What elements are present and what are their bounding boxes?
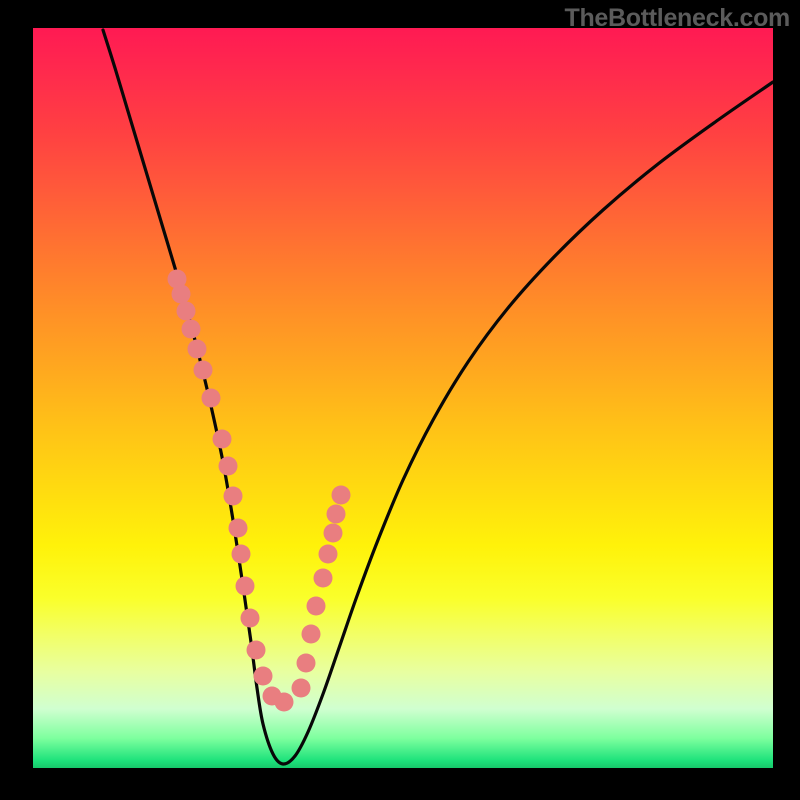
curve-marker	[275, 693, 294, 712]
curve-marker	[247, 641, 266, 660]
curve-marker	[327, 505, 346, 524]
plot-area	[33, 28, 773, 768]
curve-layer	[33, 28, 773, 768]
curve-marker	[172, 285, 191, 304]
curve-marker	[324, 524, 343, 543]
curve-marker	[177, 302, 196, 321]
curve-marker	[254, 667, 273, 686]
curve-marker	[236, 577, 255, 596]
watermark-text: TheBottleneck.com	[564, 4, 790, 33]
curve-marker	[229, 519, 248, 538]
curve-marker	[213, 430, 232, 449]
curve-marker	[224, 487, 243, 506]
curve-marker	[302, 625, 321, 644]
curve-marker	[182, 320, 201, 339]
curve-marker	[232, 545, 251, 564]
curve-marker	[307, 597, 326, 616]
curve-marker	[297, 654, 316, 673]
curve-marker	[314, 569, 333, 588]
curve-marker	[332, 486, 351, 505]
curve-marker	[319, 545, 338, 564]
curve-marker	[241, 609, 260, 628]
curve-marker	[188, 340, 207, 359]
curve-marker	[292, 679, 311, 698]
chart-frame: TheBottleneck.com	[0, 0, 800, 800]
curve-marker	[219, 457, 238, 476]
curve-marker	[202, 389, 221, 408]
marker-group	[168, 270, 351, 712]
curve-marker	[194, 361, 213, 380]
